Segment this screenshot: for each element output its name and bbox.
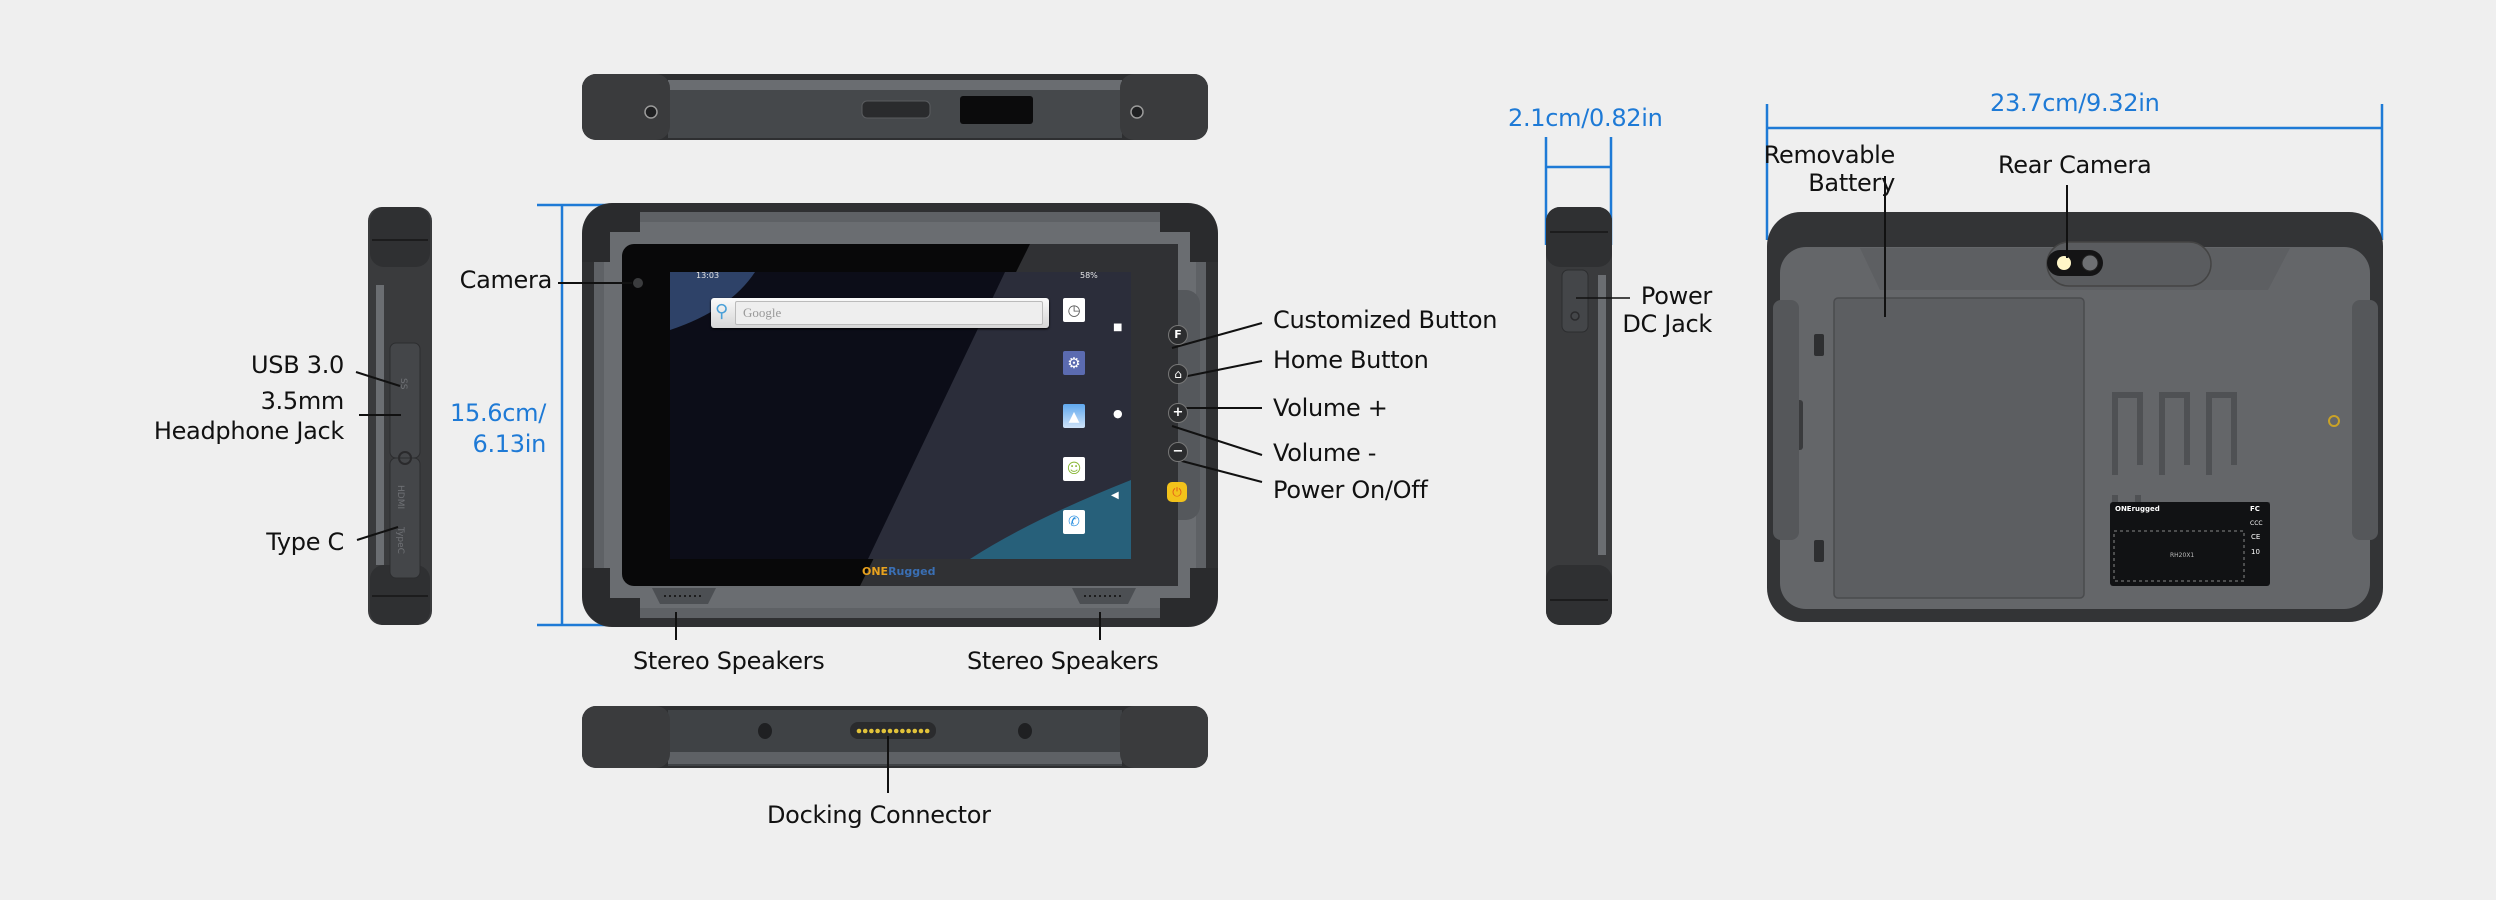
left-side-view: SS HDMI TypeC [355, 207, 432, 625]
audio-label-line1: 3.5mm [260, 387, 345, 415]
custom-f-button[interactable]: F [1168, 325, 1188, 345]
dock-pin [862, 728, 868, 734]
dock-pin [924, 728, 930, 734]
usb-label: USB 3.0 [251, 351, 344, 379]
thickness-dimension [1544, 137, 1613, 245]
messaging-app-icon[interactable]: ☺ [1063, 457, 1085, 481]
height-dimension-line1: 15.6cm/ [450, 399, 546, 427]
dock-pin [881, 728, 887, 734]
dock-pin [900, 728, 905, 734]
dock-pin [869, 728, 874, 734]
height-dimension-line2: 6.13in [472, 430, 546, 458]
right-side-body [1546, 207, 1612, 625]
speaker-right-label: Stereo Speakers [967, 647, 1159, 675]
top-edge-body [582, 74, 1208, 140]
rear-camera-module-icon [2047, 250, 2103, 276]
volume-down-label: Volume - [1273, 439, 1377, 467]
usb-leader-line [355, 371, 401, 387]
dock-pin [875, 728, 880, 734]
clock-app-icon[interactable]: ◷ [1063, 298, 1085, 322]
dock-pin [887, 728, 893, 734]
dc-jack-label-line2: DC Jack [1622, 310, 1712, 338]
camera-label: Camera [459, 266, 553, 294]
battery-latch-bottom-icon [1814, 540, 1824, 562]
back-nav-icon[interactable]: ◀ [1111, 490, 1119, 501]
rear-lens-icon [2081, 254, 2099, 272]
back-housing [1767, 212, 2383, 622]
dock-pin [856, 728, 862, 734]
volume-down-button[interactable]: − [1168, 442, 1188, 462]
home-button[interactable]: ⌂ [1168, 364, 1188, 384]
thickness-dimension-label: 2.1cm/0.82in [1508, 104, 1663, 132]
bottom-edge-view [582, 706, 1208, 793]
audio-label-line2: Headphone Jack [153, 417, 344, 445]
dock-label: Docking Connector [767, 801, 991, 829]
top-vent-icon [861, 100, 931, 119]
home-nav-icon[interactable]: ● [1113, 407, 1123, 420]
back-gold-contact-icon [2328, 415, 2340, 427]
speaker-right-grill-icon [1072, 588, 1136, 604]
battery-latch-top-icon [1814, 334, 1824, 356]
fcc-mark: FC [2250, 505, 2260, 513]
volume-up-label: Volume + [1273, 394, 1388, 422]
speaker-left-grill-icon [652, 588, 716, 604]
recents-nav-icon[interactable]: ■ [1113, 322, 1122, 333]
label-code: RH20X1 [2170, 552, 2195, 559]
ccc-mark: CCC [2250, 520, 2263, 527]
power-button[interactable]: ⏻ [1167, 482, 1187, 502]
dock-pin [912, 728, 918, 734]
label-plate-brand: ONErugged [2115, 505, 2160, 513]
home-button-label: Home Button [1273, 346, 1429, 374]
flash-icon [2057, 256, 2071, 270]
battery-label-line2: Battery [1808, 169, 1895, 197]
status-time: 13:03 [696, 271, 720, 280]
env-protection-mark: 10 [2251, 548, 2260, 556]
regulatory-label [2110, 502, 2270, 586]
power-label: Power On/Off [1273, 476, 1428, 504]
ss-marking: SS [398, 378, 408, 390]
dock-pin [906, 728, 911, 734]
top-edge-view [582, 74, 1208, 140]
home-button-leader-line [1177, 360, 1263, 379]
top-sensor-window-icon [960, 96, 1033, 124]
width-dimension-label: 23.7cm/9.32in [1990, 89, 2160, 117]
hdmi-marking: HDMI [395, 485, 405, 509]
top-screw-left-icon [644, 105, 658, 119]
battery-door [1833, 297, 2085, 599]
settings-app-icon[interactable]: ⚙ [1063, 351, 1085, 375]
volume-up-button[interactable]: + [1168, 403, 1188, 423]
docking-pins [856, 728, 930, 734]
back-view [1765, 104, 2384, 622]
bottom-edge-body [582, 706, 1208, 768]
power-leader-line [1177, 459, 1263, 483]
typec-leader-line [356, 526, 399, 541]
dc-jack-label-line1: Power [1640, 282, 1712, 310]
speaker-left-label: Stereo Speakers [633, 647, 825, 675]
custom-button-label: Customized Button [1273, 306, 1498, 334]
typec-label: Type C [266, 528, 344, 556]
gallery-app-icon[interactable]: ▲ [1063, 404, 1085, 428]
phone-app-icon[interactable]: ✆ [1063, 510, 1085, 534]
bottom-hole-left-icon [758, 723, 772, 739]
typec-marking: TypeC [395, 526, 405, 554]
dock-pin [918, 728, 924, 734]
top-screw-right-icon [1130, 105, 1144, 119]
front-view [537, 203, 1263, 640]
status-battery: 58% [1080, 271, 1098, 280]
back-emboss-pattern [2112, 392, 2270, 523]
search-placeholder: Google [743, 305, 782, 320]
dc-jack-cover-icon [1561, 269, 1589, 333]
docking-connector-icon [850, 722, 936, 739]
battery-label-line1: Removable [1763, 141, 1896, 169]
ce-mark: CE [2251, 533, 2261, 541]
rear-camera-label: Rear Camera [1998, 151, 2152, 179]
search-icon: ⚲ [715, 301, 729, 322]
bottom-hole-right-icon [1018, 723, 1032, 739]
front-camera-icon [633, 278, 643, 288]
right-side-view [1544, 137, 1630, 625]
search-bar[interactable]: ⚲ Google [711, 298, 1049, 328]
left-side-body [368, 207, 432, 625]
bezel-logo: ONERugged [862, 565, 936, 578]
dock-pin [893, 728, 899, 734]
